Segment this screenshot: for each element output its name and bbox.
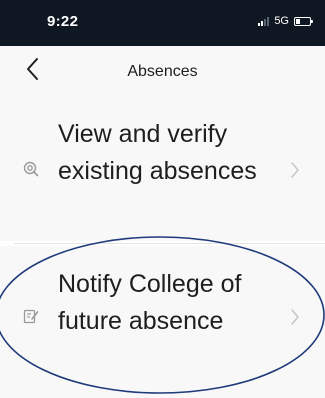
divider <box>14 243 325 244</box>
page-title: Absences <box>127 63 198 80</box>
status-bar: 9:22 5G <box>0 0 325 46</box>
network-type: 5G <box>274 15 289 27</box>
list-item-view-verify-absences[interactable]: View and verify existing absences <box>0 96 325 241</box>
battery-icon <box>294 16 313 26</box>
status-time: 9:22 <box>47 13 79 30</box>
navigation-bar: Absences <box>0 46 325 96</box>
chevron-right-icon <box>291 309 299 325</box>
chevron-right-icon <box>291 162 299 178</box>
list-item-notify-future-absence[interactable]: Notify College of future absence <box>0 246 325 398</box>
status-indicators: 5G <box>258 15 313 27</box>
notify-edit-icon <box>23 309 39 324</box>
list-item-label: Notify College of future absence <box>58 270 242 335</box>
cellular-signal-icon <box>258 16 270 26</box>
list-item-label: View and verify existing absences <box>58 120 257 185</box>
verify-icon <box>23 161 39 177</box>
